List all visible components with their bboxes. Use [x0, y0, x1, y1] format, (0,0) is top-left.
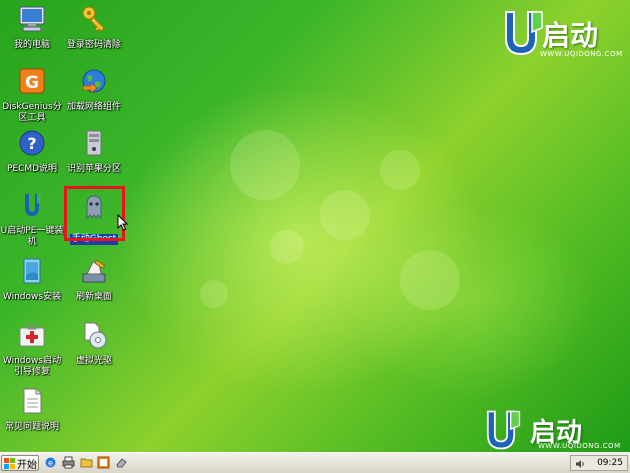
svg-text:G: G — [25, 73, 39, 93]
bokeh — [320, 190, 370, 240]
desktop-icon-label: 识别苹果分区 — [66, 164, 121, 174]
desktop-icon-virtual-cd[interactable]: 虚拟光驱 — [62, 320, 126, 367]
desktop-icon-label: PECMD说明 — [6, 164, 58, 174]
windows-install-icon — [23, 258, 41, 284]
u-qidong-icon — [25, 194, 41, 216]
desktop-icon-my-computer[interactable]: 我的电脑 — [0, 4, 64, 51]
desktop-icon-load-network[interactable]: 加载网络组件 — [62, 66, 126, 113]
desktop-icon-label: 常见问题说明 — [4, 422, 59, 432]
bokeh — [200, 280, 228, 308]
network-globe-icon — [82, 69, 106, 94]
ie-icon[interactable]: e — [44, 456, 57, 469]
desktop-icon-label: U启动PE一键装机 — [0, 226, 64, 247]
u-logo-icon — [505, 11, 543, 56]
clock[interactable]: 09:25 — [597, 458, 623, 468]
desktop-icon-label: Windows安装 — [2, 292, 62, 302]
brand-logo-top: 启动 WWW.UQIDONG.COM — [498, 8, 628, 60]
virtual-cd-icon — [84, 322, 107, 349]
diskgenius-icon: G — [19, 68, 45, 94]
desktop-icon-label: 登录密码清除 — [66, 40, 121, 50]
speaker-icon[interactable] — [575, 459, 585, 469]
printer-icon[interactable] — [62, 456, 75, 469]
desktop-icon-boot-repair[interactable]: Windows启动引导修复 — [0, 320, 64, 378]
bokeh — [380, 150, 420, 190]
desktop-icon-faq[interactable]: 常见问题说明 — [0, 386, 64, 433]
ghost-tray-icon[interactable] — [97, 456, 110, 469]
desktop-icon-u-qidong-install[interactable]: U启动PE一键装机 — [0, 190, 64, 248]
refresh-desktop-icon — [82, 259, 106, 283]
start-button-label: 开始 — [17, 459, 37, 471]
desktop-icon-apple-partition[interactable]: 识别苹果分区 — [62, 128, 126, 175]
desktop-icon-password-clear[interactable]: 登录密码清除 — [62, 4, 126, 51]
folder-icon[interactable] — [80, 456, 93, 469]
taskbar: 开始 e 09:25 — [0, 452, 630, 473]
desktop-icon-label: 刷新桌面 — [75, 292, 112, 302]
desktop-icon-label: DiskGenius分区工具 — [2, 102, 62, 123]
logo-brand-text: 启动 — [542, 19, 599, 52]
key-icon — [82, 6, 105, 32]
u-logo-icon — [486, 410, 521, 450]
desktop-icon-label: Windows启动引导修复 — [2, 356, 62, 377]
my-computer-icon — [19, 6, 45, 32]
svg-text:?: ? — [27, 134, 36, 153]
windows-logo-icon — [4, 457, 15, 469]
desktop-icon-diskgenius[interactable]: G DiskGenius分区工具 — [0, 66, 64, 124]
desktop-icon-label: 加载网络组件 — [66, 102, 121, 112]
document-icon — [23, 388, 42, 414]
start-button[interactable]: 开始 — [1, 455, 39, 471]
svg-text:e: e — [48, 459, 53, 468]
desktop-icon-windows-install[interactable]: Windows安装 — [0, 256, 64, 303]
bokeh — [400, 250, 460, 310]
desktop-icon-pecmd-help[interactable]: ? PECMD说明 — [0, 128, 64, 175]
mouse-cursor-icon — [117, 214, 129, 231]
desktop-icon-label: 我的电脑 — [13, 40, 50, 50]
brand-logo-bottom: 启动 WWW.UQIDONG.COM — [480, 408, 628, 452]
desktop: 我的电脑 G DiskGenius分区工具 ? PECMD说明 U启动PE一键装… — [0, 0, 630, 452]
logo-url-text: WWW.UQIDONG.COM — [540, 50, 623, 58]
desktop-icon-refresh-desktop[interactable]: 刷新桌面 — [62, 256, 126, 303]
system-tray: 09:25 — [570, 455, 628, 471]
bokeh — [270, 230, 304, 264]
eraser-icon[interactable] — [115, 456, 128, 469]
bokeh — [230, 130, 300, 200]
desktop-icon-label: 虚拟光驱 — [75, 356, 112, 366]
boot-repair-icon — [19, 323, 45, 347]
logo-url-text: WWW.UQIDONG.COM — [538, 442, 621, 450]
help-icon: ? — [19, 130, 45, 156]
drive-icon — [86, 130, 102, 156]
selection-highlight-box — [64, 186, 125, 241]
